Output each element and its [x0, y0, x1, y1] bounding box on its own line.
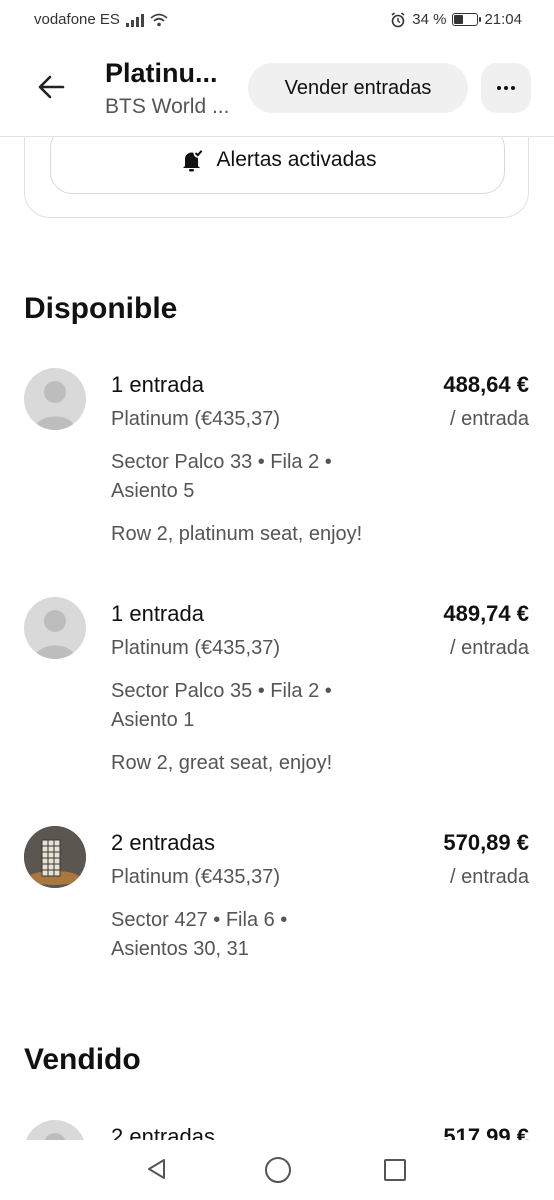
- listing-note: Row 2, great seat, enjoy!: [111, 752, 333, 774]
- listing-category: Platinum (€435,37): [111, 408, 280, 430]
- back-button[interactable]: [36, 72, 76, 104]
- listing-per-unit: / entrada: [450, 408, 529, 430]
- arrow-left-icon: [38, 75, 65, 99]
- listing-price: 570,89 €: [443, 830, 529, 855]
- listing-quantity: 2 entradas: [111, 1124, 215, 1140]
- listing-quantity: 2 entradas: [111, 830, 215, 855]
- listing-seat: Asiento 1: [111, 709, 195, 731]
- sold-heading: Vendido: [24, 1043, 141, 1076]
- listing-per-unit: / entrada: [450, 866, 529, 888]
- listing-category: Platinum (€435,37): [111, 866, 280, 888]
- battery-icon: [452, 13, 482, 26]
- more-options-button[interactable]: [481, 63, 531, 113]
- listing-location: Sector 427 • Fila 6 •: [111, 909, 288, 931]
- system-nav-bar: [0, 1140, 554, 1200]
- status-bar: vodafone ES 34 % 21:04: [0, 0, 554, 40]
- listing-note: Row 2, platinum seat, enjoy!: [111, 523, 363, 545]
- seller-photo-avatar: [24, 826, 86, 888]
- wifi-icon: [150, 13, 168, 26]
- seller-avatar-icon: [24, 368, 86, 430]
- listing-quantity: 1 entrada: [111, 372, 204, 397]
- listing-seat: Asiento 5: [111, 480, 195, 502]
- page-subtitle: BTS World ...: [105, 95, 230, 118]
- listing-price: 517,99 €: [443, 1124, 529, 1140]
- more-dots-icon: [497, 86, 501, 90]
- listing-location: Sector Palco 35 • Fila 2 •: [111, 680, 332, 702]
- listing-quantity: 1 entrada: [111, 601, 204, 626]
- bell-check-icon: [182, 148, 204, 172]
- page-title: Platinu...: [105, 58, 218, 88]
- listing-price: 489,74 €: [443, 601, 529, 626]
- seller-avatar-icon: [24, 597, 86, 659]
- nav-recents-icon[interactable]: [384, 1159, 406, 1181]
- listing-location: Sector Palco 33 • Fila 2 •: [111, 451, 332, 473]
- carrier-label: vodafone ES: [34, 11, 120, 28]
- nav-home-icon[interactable]: [265, 1157, 291, 1183]
- listing-price: 488,64 €: [443, 372, 529, 397]
- signal-icon: [125, 13, 144, 27]
- alerts-label: Alertas activadas: [216, 148, 377, 171]
- seller-avatar-icon: [24, 1120, 86, 1140]
- listing-category: Platinum (€435,37): [111, 637, 280, 659]
- app-header: Platinu... BTS World ... Vender entradas: [0, 40, 554, 137]
- available-heading: Disponible: [24, 292, 178, 325]
- sold-list-clip: 2 entradas 517,99 €: [0, 1120, 554, 1140]
- battery-percent: 34 %: [412, 11, 447, 28]
- alarm-icon: [391, 11, 405, 27]
- nav-back-icon[interactable]: [146, 1158, 168, 1180]
- listing-per-unit: / entrada: [450, 637, 529, 659]
- sell-tickets-button[interactable]: Vender entradas: [248, 63, 468, 113]
- clock: 21:04: [484, 11, 522, 28]
- listing-seat: Asientos 30, 31: [111, 938, 249, 960]
